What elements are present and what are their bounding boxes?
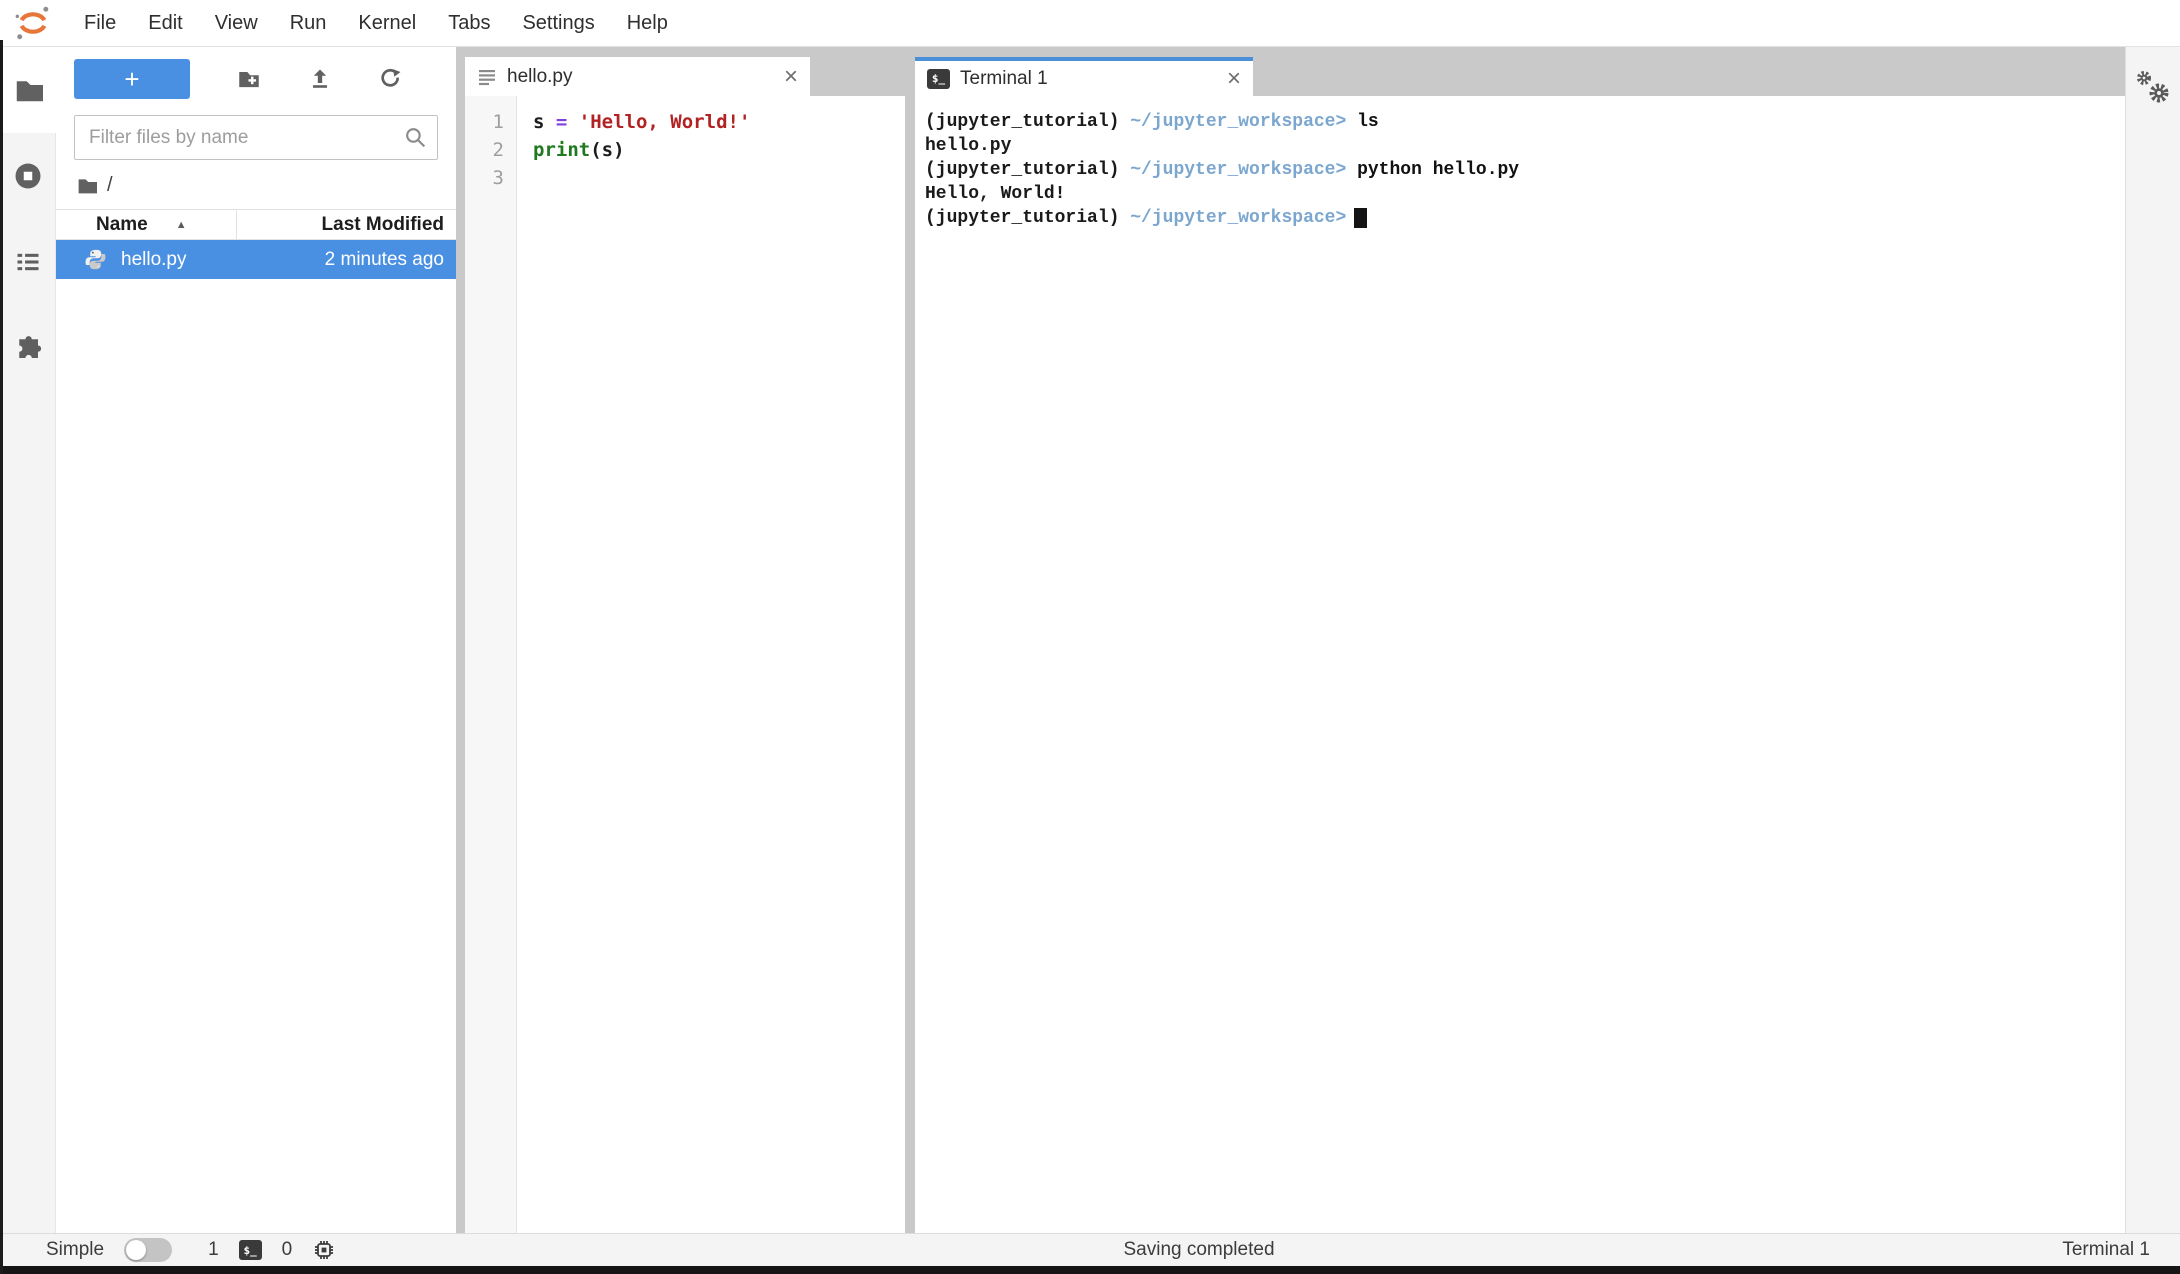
terminal-panel: $_ Terminal 1 × (jupyter_tutorial) ~/jup…: [915, 57, 2125, 1233]
terminal-line: (jupyter_tutorial) ~/jupyter_workspace> …: [925, 158, 2125, 182]
terminal-icon[interactable]: $_: [239, 1240, 262, 1260]
breadcrumb[interactable]: /: [56, 164, 456, 205]
code-line: s = 'Hello, World!': [533, 108, 905, 136]
terminal-line: (jupyter_tutorial) ~/jupyter_workspace>: [925, 206, 2125, 230]
sidebar-item-extensions[interactable]: [0, 305, 56, 391]
column-header-name[interactable]: Name ▲: [56, 214, 236, 236]
menu-item-settings[interactable]: Settings: [506, 12, 610, 35]
new-launcher-button[interactable]: +: [74, 59, 190, 99]
sort-ascending-icon: ▲: [176, 219, 187, 231]
status-bar: Simple 1 $_ 0 Saving completed Terminal …: [0, 1233, 2180, 1266]
file-filter: [74, 115, 438, 160]
property-inspector-gears-icon[interactable]: [2135, 69, 2175, 107]
file-list: hello.py 2 minutes ago: [56, 240, 456, 279]
editor-content: 123 s = 'Hello, World!'print(s): [465, 96, 905, 1233]
python-icon: [84, 248, 107, 271]
menu-item-tabs[interactable]: Tabs: [432, 12, 506, 35]
line-number: 1: [465, 108, 504, 136]
tab-terminal-1[interactable]: $_ Terminal 1 ×: [915, 57, 1253, 96]
menu-item-view[interactable]: View: [199, 12, 274, 35]
main-area: + /: [0, 47, 2180, 1233]
file-last-modified: 2 minutes ago: [325, 249, 444, 271]
line-number-gutter: 123: [465, 96, 517, 1233]
kernels-count[interactable]: 0: [282, 1239, 293, 1261]
file-browser-toolbar: +: [56, 47, 456, 105]
menu-item-file[interactable]: File: [68, 12, 132, 35]
line-number: 3: [465, 164, 504, 192]
status-context: Terminal 1: [2062, 1239, 2180, 1261]
dock-area: hello.py × 123 s = 'Hello, World!'print(…: [456, 47, 2125, 1233]
terminal-line: hello.py: [925, 134, 2125, 158]
editor-panel: hello.py × 123 s = 'Hello, World!'print(…: [465, 57, 905, 1233]
line-number: 2: [465, 136, 504, 164]
terminal-line: Hello, World!: [925, 182, 2125, 206]
sidebar-item-running-sessions[interactable]: [0, 133, 56, 219]
code-editor[interactable]: s = 'Hello, World!'print(s): [517, 96, 905, 1233]
window-left-edge: [0, 40, 3, 1274]
menu-item-run[interactable]: Run: [274, 12, 343, 35]
file-list-item[interactable]: hello.py 2 minutes ago: [56, 240, 456, 279]
toggle-knob: [126, 1240, 146, 1260]
folder-icon: [13, 75, 43, 105]
status-message: Saving completed: [1123, 1239, 1274, 1261]
file-browser-panel: + /: [56, 47, 456, 1233]
terminal-line: (jupyter_tutorial) ~/jupyter_workspace> …: [925, 110, 2125, 134]
menu-item-help[interactable]: Help: [611, 12, 684, 35]
menu-bar: FileEditViewRunKernelTabsSettingsHelp: [0, 0, 2180, 47]
terminal-cursor: [1354, 208, 1367, 228]
kernel-chip-icon[interactable]: [312, 1238, 336, 1262]
sidebar-item-table-of-contents[interactable]: [0, 219, 56, 305]
breadcrumb-root: /: [107, 174, 113, 197]
file-filter-input[interactable]: [74, 115, 438, 160]
text-file-icon: [477, 67, 497, 87]
menu-item-kernel[interactable]: Kernel: [342, 12, 432, 35]
window-bottom-edge: [0, 1266, 2180, 1274]
simple-mode-toggle[interactable]: [124, 1238, 172, 1262]
activity-bar: [0, 47, 56, 1233]
home-folder-icon: [76, 175, 97, 196]
search-icon: [403, 125, 428, 150]
puzzle-icon: [13, 333, 43, 363]
close-icon[interactable]: ×: [784, 67, 798, 87]
column-header-last-modified[interactable]: Last Modified: [237, 214, 456, 236]
file-list-header: Name ▲ Last Modified: [56, 209, 456, 240]
code-line: print(s): [533, 136, 905, 164]
running-icon: [13, 161, 43, 191]
menu-bar-items: FileEditViewRunKernelTabsSettingsHelp: [68, 12, 684, 35]
toc-icon: [14, 248, 42, 276]
menu-item-edit[interactable]: Edit: [132, 12, 198, 35]
terminal-content: (jupyter_tutorial) ~/jupyter_workspace> …: [915, 96, 2125, 1233]
new-folder-button[interactable]: [236, 66, 262, 92]
close-icon[interactable]: ×: [1227, 69, 1241, 89]
file-name: hello.py: [121, 249, 187, 271]
refresh-button[interactable]: [378, 67, 403, 92]
right-sidebar: [2125, 47, 2180, 1233]
terminals-count[interactable]: 1: [208, 1239, 219, 1261]
code-line: [533, 164, 905, 192]
jupyter-logo-icon: [14, 4, 52, 42]
terminal-icon: $_: [927, 69, 950, 89]
sidebar-item-file-browser[interactable]: [0, 47, 56, 133]
terminal-output[interactable]: (jupyter_tutorial) ~/jupyter_workspace> …: [915, 96, 2125, 1233]
simple-mode-label: Simple: [46, 1239, 104, 1261]
tab-hello-py[interactable]: hello.py ×: [465, 57, 810, 96]
upload-button[interactable]: [308, 67, 332, 91]
